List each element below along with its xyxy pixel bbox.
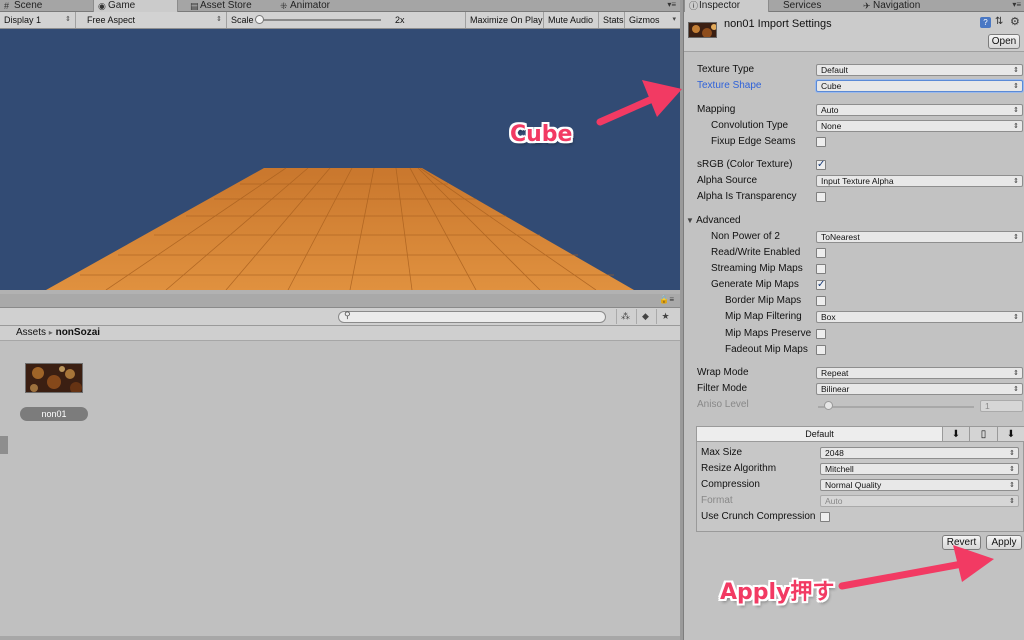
annotation-cube: Cube	[510, 122, 573, 147]
annotation-arrows	[596, 80, 994, 590]
annotation-apply: Apply押す	[720, 580, 835, 605]
